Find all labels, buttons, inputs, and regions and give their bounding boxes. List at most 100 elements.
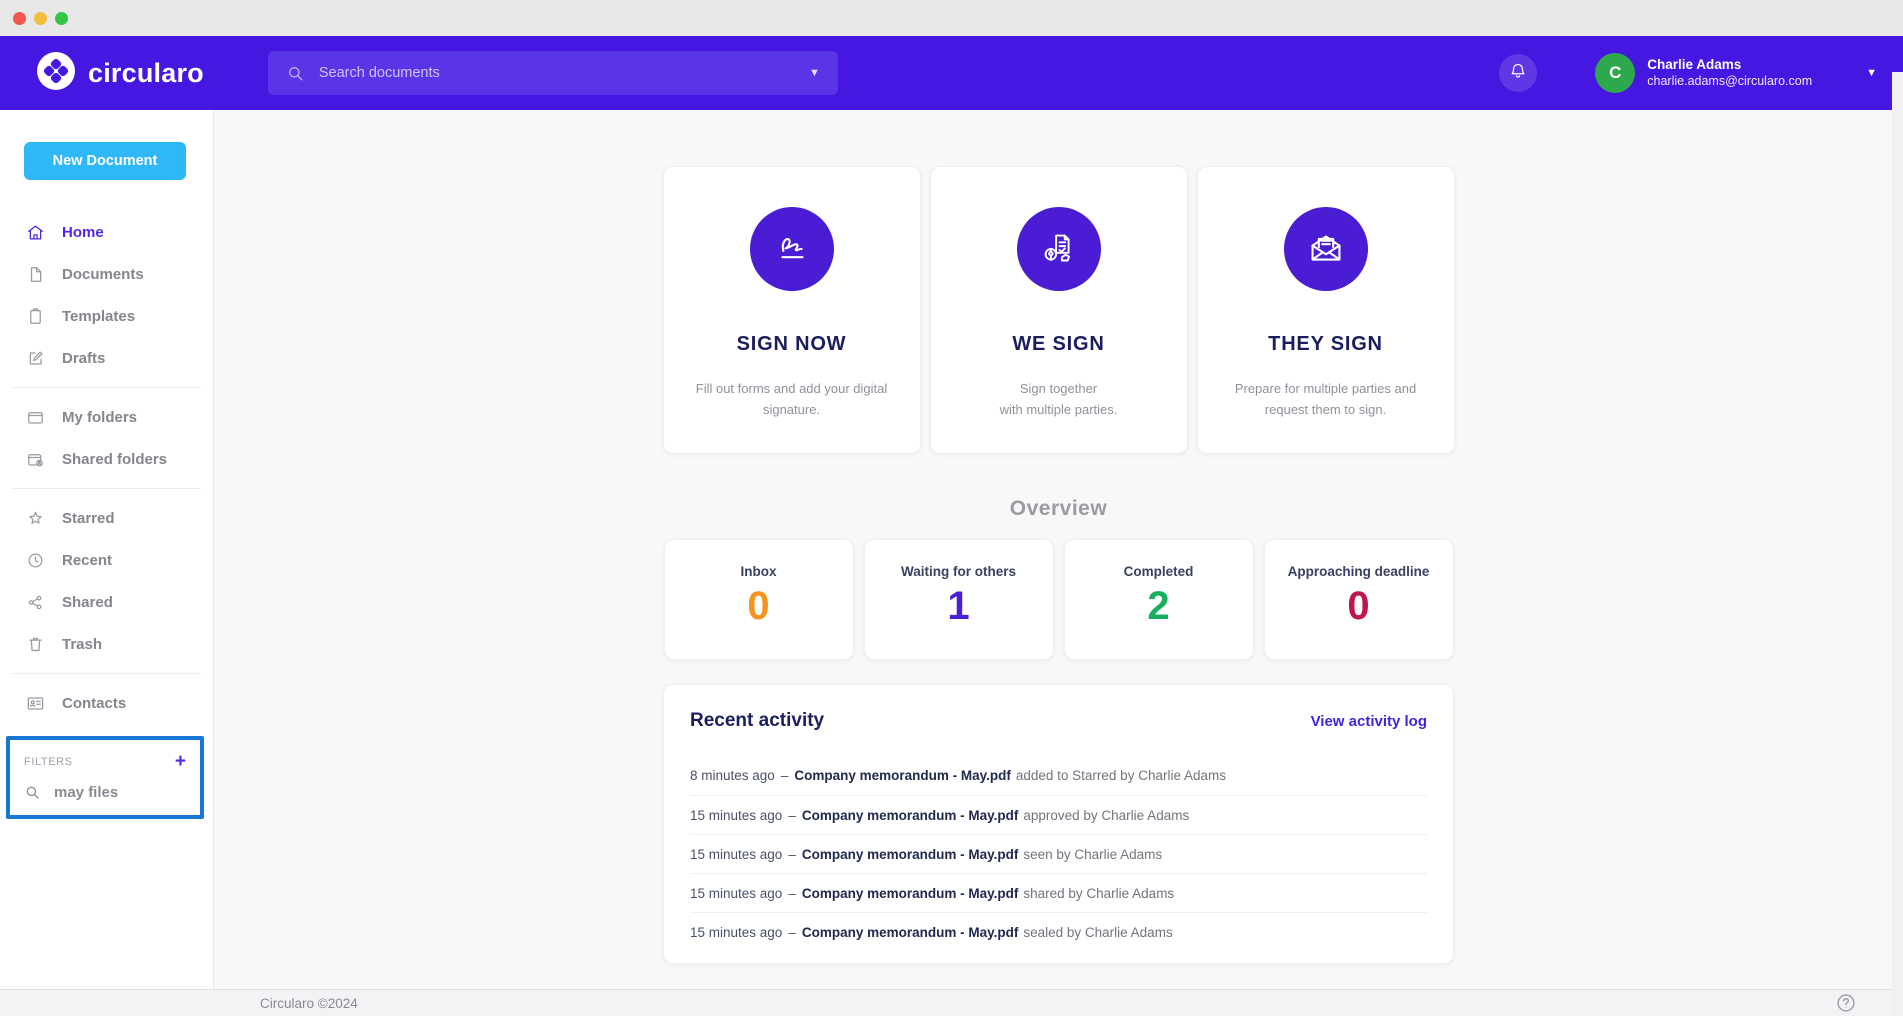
sidebar-item-starred[interactable]: Starred (0, 497, 213, 539)
sidebar-item-recent[interactable]: Recent (0, 539, 213, 581)
filters-panel: FILTERS + (6, 736, 204, 819)
activity-separator: – (788, 808, 796, 823)
maximize-window-button[interactable] (55, 12, 68, 25)
stat-value: 0 (1265, 584, 1453, 629)
question-mark-icon (1835, 992, 1857, 1014)
filters-search[interactable] (24, 784, 186, 801)
stat-label: Inbox (665, 564, 853, 579)
close-window-button[interactable] (13, 12, 26, 25)
bell-icon (1508, 61, 1528, 86)
signature-icon (750, 207, 834, 291)
filters-label: FILTERS (24, 756, 73, 768)
activity-time: 8 minutes ago (690, 768, 775, 783)
action-title: SIGN NOW (664, 333, 920, 356)
activity-time: 15 minutes ago (690, 886, 782, 901)
stat-label: Approaching deadline (1265, 564, 1453, 579)
sign-now-card[interactable]: SIGN NOW Fill out forms and add your dig… (663, 166, 921, 454)
action-description: Prepare for multiple parties and request… (1198, 379, 1454, 421)
they-sign-card[interactable]: THEY SIGN Prepare for multiple parties a… (1197, 166, 1455, 454)
copyright-text: Circularo ©2024 (260, 996, 358, 1011)
folder-icon (26, 408, 45, 427)
activity-time: 15 minutes ago (690, 925, 782, 940)
document-search-bar[interactable]: ▼ (268, 51, 838, 95)
activity-document-link[interactable]: Company memorandum - May.pdf (802, 808, 1019, 823)
clock-icon (26, 551, 45, 570)
we-sign-card[interactable]: WE SIGN Sign together with multiple part… (930, 166, 1188, 454)
minimize-window-button[interactable] (34, 12, 47, 25)
stat-approaching-deadline[interactable]: Approaching deadline 0 (1264, 539, 1454, 660)
stat-value: 0 (665, 584, 853, 629)
user-info[interactable]: Charlie Adams charlie.adams@circularo.co… (1647, 57, 1812, 90)
sidebar-item-templates[interactable]: Templates (0, 295, 213, 337)
activity-document-link[interactable]: Company memorandum - May.pdf (802, 886, 1019, 901)
sidebar-item-contacts[interactable]: Contacts (0, 682, 213, 724)
star-icon (26, 509, 45, 528)
stat-waiting-for-others[interactable]: Waiting for others 1 (864, 539, 1054, 660)
activity-document-link[interactable]: Company memorandum - May.pdf (794, 768, 1011, 783)
action-description: Fill out forms and add your digital sign… (664, 379, 920, 421)
recent-activity-panel: Recent activity View activity log 8 minu… (663, 684, 1454, 964)
sidebar-item-label: Documents (62, 266, 144, 283)
sidebar-item-drafts[interactable]: Drafts (0, 337, 213, 379)
sidebar-item-label: Home (62, 224, 104, 241)
activity-separator: – (788, 847, 796, 862)
circularo-logo-icon (36, 51, 76, 96)
activity-row: 15 minutes ago – Company memorandum - Ma… (690, 912, 1427, 951)
stat-label: Completed (1065, 564, 1253, 579)
stat-completed[interactable]: Completed 2 (1064, 539, 1254, 660)
sidebar-item-label: Drafts (62, 350, 105, 367)
window-scrollbar[interactable] (1892, 72, 1903, 1016)
activity-document-link[interactable]: Company memorandum - May.pdf (802, 925, 1019, 940)
sidebar-item-trash[interactable]: Trash (0, 623, 213, 665)
activity-action: sealed by Charlie Adams (1023, 925, 1172, 940)
overview-stats: Inbox 0 Waiting for others 1 Completed 2… (664, 539, 1454, 660)
sidebar-item-home[interactable]: Home (0, 211, 213, 253)
activity-separator: – (781, 768, 789, 783)
user-menu-chevron-down-icon[interactable]: ▼ (1866, 67, 1877, 79)
sidebar-item-my-folders[interactable]: My folders (0, 396, 213, 438)
stat-value: 1 (865, 584, 1053, 629)
search-input[interactable] (319, 65, 799, 81)
overview-heading: Overview (1010, 497, 1107, 521)
app-footer: Circularo ©2024 (0, 989, 1903, 1016)
activity-action: shared by Charlie Adams (1023, 886, 1174, 901)
action-title: WE SIGN (931, 333, 1187, 356)
share-icon (26, 593, 45, 612)
sidebar-item-label: Templates (62, 308, 135, 325)
activity-action: approved by Charlie Adams (1023, 808, 1189, 823)
trash-icon (26, 635, 45, 654)
brand-name: circularo (88, 58, 204, 89)
filter-search-input[interactable] (54, 784, 184, 801)
search-icon (24, 784, 41, 801)
sidebar: New Document Home Documents (0, 110, 214, 989)
main-content: SIGN NOW Fill out forms and add your dig… (214, 110, 1903, 989)
action-title: THEY SIGN (1198, 333, 1454, 356)
window-controls (13, 12, 68, 25)
notifications-button[interactable] (1499, 54, 1537, 92)
signing-actions: SIGN NOW Fill out forms and add your dig… (663, 166, 1455, 454)
search-options-chevron-down-icon[interactable]: ▼ (809, 67, 820, 79)
user-avatar[interactable]: C (1595, 53, 1635, 93)
add-filter-button[interactable]: + (175, 752, 186, 771)
envelope-document-icon (1284, 207, 1368, 291)
user-name: Charlie Adams (1647, 57, 1812, 74)
divider (12, 387, 201, 388)
activity-separator: – (788, 886, 796, 901)
activity-row: 15 minutes ago – Company memorandum - Ma… (690, 834, 1427, 873)
sidebar-item-shared[interactable]: Shared (0, 581, 213, 623)
home-icon (26, 223, 45, 242)
activity-document-link[interactable]: Company memorandum - May.pdf (802, 847, 1019, 862)
brand[interactable]: circularo (36, 51, 204, 96)
activity-row: 15 minutes ago – Company memorandum - Ma… (690, 873, 1427, 912)
stat-inbox[interactable]: Inbox 0 (664, 539, 854, 660)
activity-separator: – (788, 925, 796, 940)
contact-card-icon (26, 694, 45, 713)
new-document-button[interactable]: New Document (24, 142, 186, 180)
sidebar-item-shared-folders[interactable]: Shared folders (0, 438, 213, 480)
help-button[interactable] (1835, 992, 1857, 1014)
sidebar-item-label: Contacts (62, 695, 126, 712)
activity-action: seen by Charlie Adams (1023, 847, 1162, 862)
sidebar-item-documents[interactable]: Documents (0, 253, 213, 295)
view-activity-log-link[interactable]: View activity log (1311, 713, 1427, 730)
stat-label: Waiting for others (865, 564, 1053, 579)
